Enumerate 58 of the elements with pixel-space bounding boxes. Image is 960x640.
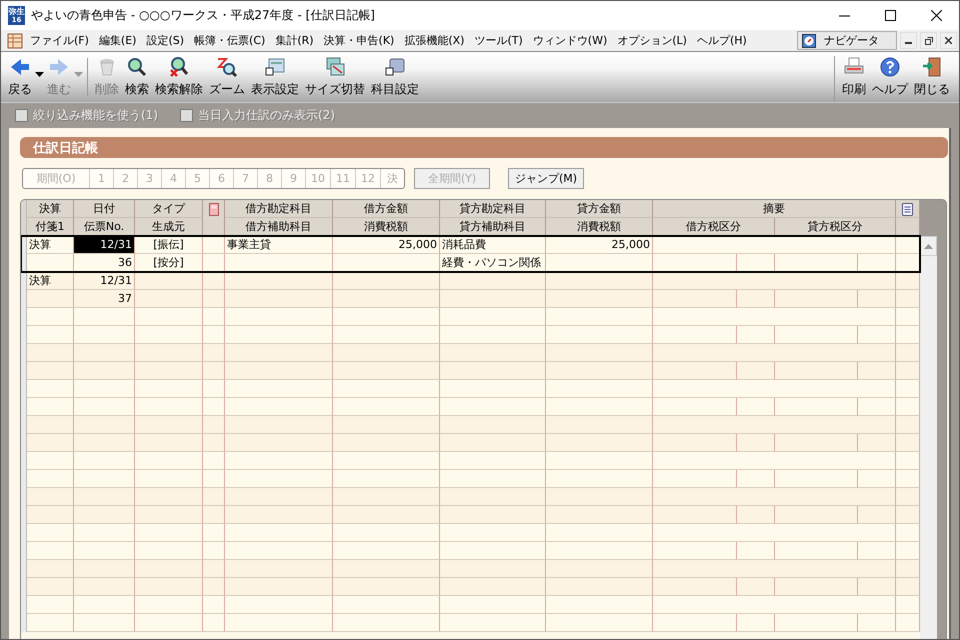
menu-item[interactable]: ヘルプ(H) xyxy=(692,33,752,48)
table-cell: [按分] xyxy=(135,254,203,272)
column-header: 貸方勘定科目 xyxy=(440,200,546,218)
toolbar-button[interactable]: 閉じる xyxy=(911,52,953,102)
checkbox-label: 当日入力仕訳のみ表示(2) xyxy=(198,107,335,124)
jump-button[interactable]: ジャンプ(M) xyxy=(508,168,584,189)
column-header: 付箋1 xyxy=(27,218,74,236)
checkbox-label: 絞り込み機能を使う(1) xyxy=(33,107,158,124)
toolbar-button[interactable]: 表示設定 xyxy=(248,52,302,102)
table-cell: 12/31 xyxy=(74,236,135,254)
column-header: 決算 xyxy=(27,200,74,218)
table-cell: 消耗品費 xyxy=(440,236,546,254)
column-header: 消費税額 xyxy=(333,218,440,236)
menu-item[interactable]: 帳簿・伝票(C) xyxy=(189,33,270,48)
toolbar-button[interactable]: 検索解除 xyxy=(152,52,206,102)
menu-item[interactable]: 拡張機能(X) xyxy=(399,33,470,48)
menu-item[interactable]: 編集(E) xyxy=(94,33,142,48)
column-header: 伝票No. xyxy=(74,218,135,236)
menu-item[interactable]: 決算・申告(K) xyxy=(318,33,400,48)
table-cell: 36 xyxy=(74,254,135,272)
menu-item[interactable]: オプション(L) xyxy=(612,33,692,48)
menu-item[interactable]: 集計(R) xyxy=(270,33,319,48)
toolbar-button[interactable]: 戻る xyxy=(5,52,35,102)
menu-item[interactable]: ファイル(F) xyxy=(25,33,94,48)
column-header: 日付 xyxy=(74,200,135,218)
table-cell: 25,000 xyxy=(546,236,653,254)
toolbar-button[interactable]: サイズ切替 xyxy=(302,52,368,102)
toolbar-button[interactable]: 科目設定 xyxy=(368,52,422,102)
table-cell: 決算 xyxy=(27,272,74,290)
menu-item[interactable]: ツール(T) xyxy=(469,33,528,48)
column-header: タイプ xyxy=(135,200,203,218)
toolbar-button[interactable]: ヘルプ xyxy=(869,52,911,102)
column-header: 貸方金額 xyxy=(546,200,653,218)
window-title: やよいの青色申告 - ○○○ワークス・平成27年度 - [仕訳日記帳] xyxy=(31,7,376,24)
column-header: 借方税区分 xyxy=(653,218,775,236)
table-cell: 経費・パソコン関係 xyxy=(440,254,546,272)
toolbar-button[interactable]: 検索 xyxy=(122,52,152,102)
column-header: 借方金額 xyxy=(333,200,440,218)
table-cell: 25,000 xyxy=(333,236,440,254)
toolbar-button[interactable]: ズーム xyxy=(206,52,248,102)
panel-title: 仕訳日記帳 xyxy=(20,137,948,158)
menu-item[interactable]: ウィンドウ(W) xyxy=(528,33,612,48)
navigator-button[interactable]: ナビゲータ xyxy=(797,31,897,50)
table-cell: 12/31 xyxy=(74,272,135,290)
entry-row[interactable]: 決算 12/31 37 xyxy=(21,272,920,308)
menu-item[interactable]: 設定(S) xyxy=(141,33,190,48)
column-header: 消費税額 xyxy=(546,218,653,236)
toolbar-button[interactable]: 印刷 xyxy=(839,52,869,102)
table-cell: 事業主貸 xyxy=(225,236,333,254)
table-cell: [振伝] xyxy=(135,236,203,254)
column-header: 借方勘定科目 xyxy=(225,200,333,218)
period-label: 期間(O) xyxy=(35,171,77,187)
column-header: 摘要 xyxy=(653,200,896,218)
column-header: 借方補助科目 xyxy=(225,218,333,236)
column-header: 貸方税区分 xyxy=(775,218,896,236)
column-header: 生成元 xyxy=(135,218,203,236)
selected-entry-row[interactable]: 決算 12/31 [振伝] 事業主貸 25,000 消耗品費 25,000 36 [按分] 経費・パソコン関係 xyxy=(21,236,920,272)
column-header: 貸方補助科目 xyxy=(440,218,546,236)
